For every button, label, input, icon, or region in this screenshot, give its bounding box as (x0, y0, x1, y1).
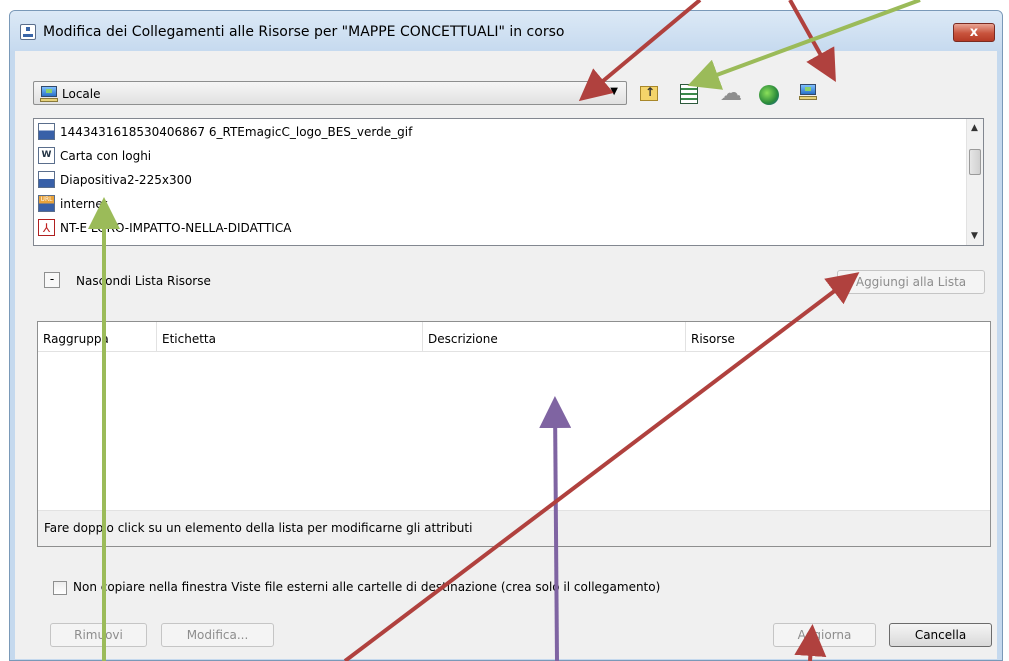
dialog-body: Locale ▼ ☁ GIF 1443431618530406867 6_RTEm… (15, 51, 997, 659)
edit-button[interactable]: Modifica... (161, 623, 274, 647)
resource-name: 1443431618530406867 6_RTEmagicC_logo_BES… (60, 125, 413, 139)
chevron-down-icon: ▼ (610, 86, 618, 97)
list-item[interactable]: JPG Diapositiva2-225x300 (38, 170, 192, 192)
resource-name: Carta con loghi (60, 149, 152, 163)
close-icon: x (969, 25, 979, 40)
update-button[interactable]: Aggiorna (773, 623, 876, 647)
resource-name: Diapositiva2-225x300 (60, 173, 192, 187)
vertical-scrollbar[interactable]: ▲ ▼ (966, 119, 983, 245)
resource-list[interactable]: GIF 1443431618530406867 6_RTEmagicC_logo_… (33, 118, 984, 246)
folder-up-icon[interactable] (640, 85, 658, 101)
no-copy-label[interactable]: Non copiare nella finestra Viste file es… (73, 580, 660, 594)
pdf-file-icon: ⅄ (38, 219, 55, 236)
computer-icon (799, 84, 817, 100)
scroll-up-icon[interactable]: ▲ (971, 123, 978, 133)
table-body[interactable] (38, 352, 990, 510)
resource-name: NT-E LORO-IMPATTO-NELLA-DIDATTICA (60, 221, 292, 235)
table-hint: Fare doppio click su un elemento della l… (38, 510, 990, 546)
list-item[interactable]: URL internet (38, 194, 107, 216)
computer-icon (40, 86, 58, 102)
window-title: Modifica dei Collegamenti alle Risorse p… (43, 24, 565, 40)
column-header-resources[interactable]: Risorse (686, 322, 988, 352)
list-item[interactable]: ⅄ NT-E LORO-IMPATTO-NELLA-DIDATTICA (38, 218, 291, 240)
jpg-file-icon: JPG (38, 171, 55, 188)
scroll-down-icon[interactable]: ▼ (971, 231, 978, 241)
scroll-thumb[interactable] (969, 149, 981, 175)
dialog-window: Modifica dei Collegamenti alle Risorse p… (9, 10, 1003, 661)
links-table[interactable]: Raggruppa Etichetta Descrizione Risorse … (37, 321, 991, 547)
column-header-label[interactable]: Etichetta (157, 322, 423, 352)
resource-name: internet (60, 197, 108, 211)
collapse-toggle-button[interactable]: - (44, 272, 60, 288)
column-header-description[interactable]: Descrizione (423, 322, 686, 352)
column-header-group[interactable]: Raggruppa (38, 322, 157, 352)
gif-file-icon: GIF (38, 123, 55, 140)
source-dropdown[interactable]: Locale ▼ (33, 81, 627, 105)
add-to-list-button[interactable]: Aggiungi alla Lista (837, 270, 985, 294)
cloud-icon[interactable]: ☁ (720, 81, 742, 106)
no-copy-checkbox[interactable] (53, 581, 67, 595)
source-selected: Locale (62, 87, 101, 101)
resource-list-icon[interactable] (680, 84, 698, 104)
close-button[interactable]: x (953, 23, 995, 42)
globe-icon[interactable] (759, 85, 779, 105)
app-icon (20, 24, 36, 40)
remove-button[interactable]: Rimuovi (50, 623, 147, 647)
cancel-button[interactable]: Cancella (889, 623, 992, 647)
word-file-icon: W (38, 147, 55, 164)
toggle-label[interactable]: Nascondi Lista Risorse (76, 274, 211, 288)
list-item[interactable]: GIF 1443431618530406867 6_RTEmagicC_logo_… (38, 122, 412, 144)
local-computer-button[interactable] (799, 84, 821, 106)
table-header: Raggruppa Etichetta Descrizione Risorse (38, 322, 990, 352)
title-bar[interactable]: Modifica dei Collegamenti alle Risorse p… (10, 11, 1002, 51)
url-file-icon: URL (38, 195, 55, 212)
list-item[interactable]: W Carta con loghi (38, 146, 151, 168)
